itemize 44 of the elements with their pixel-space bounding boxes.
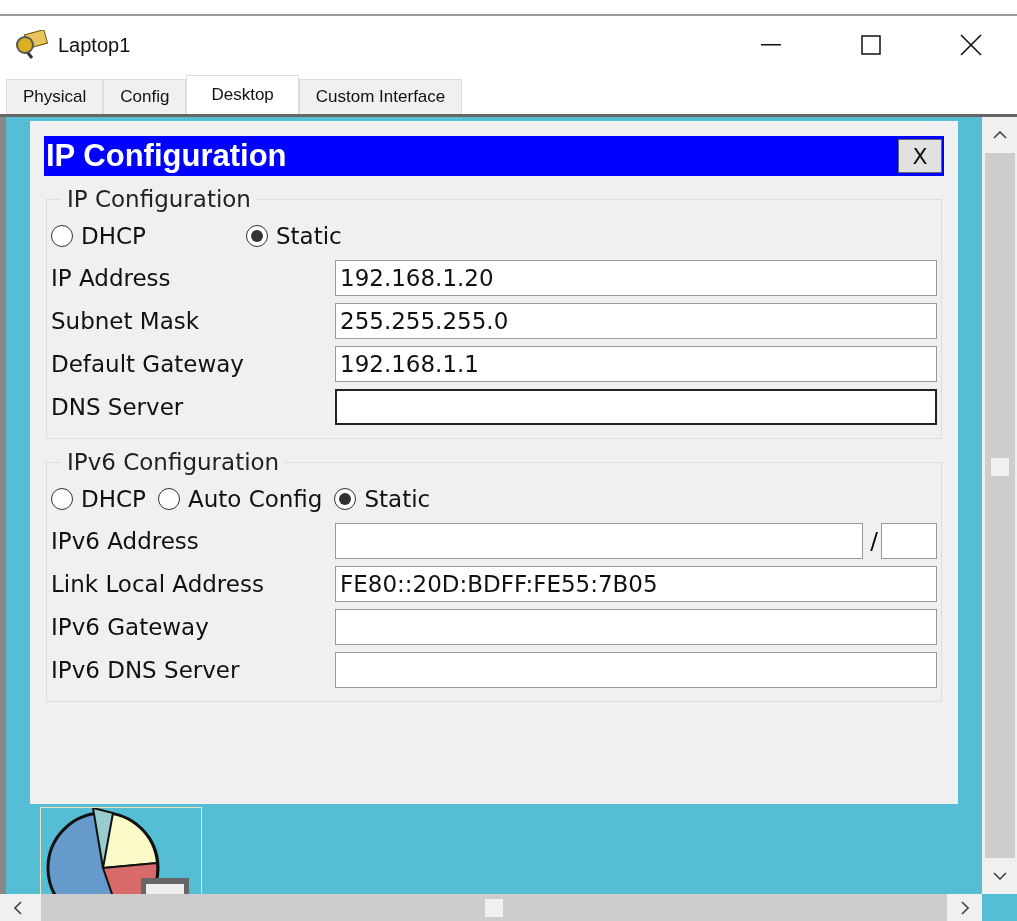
field-label: Default Gateway bbox=[51, 350, 245, 377]
close-button[interactable]: X bbox=[898, 139, 942, 173]
maximize-icon bbox=[861, 35, 881, 55]
prefix-separator: / bbox=[870, 527, 878, 554]
field-label: Link Local Address bbox=[51, 570, 265, 597]
close-icon bbox=[960, 34, 982, 56]
input-field[interactable] bbox=[335, 608, 937, 645]
input-field[interactable] bbox=[335, 388, 937, 425]
group-legend: IPv6 Configuration bbox=[61, 449, 286, 475]
tab[interactable]: Custom Interface bbox=[298, 79, 463, 114]
input-field[interactable]: 255.255.255.0 bbox=[335, 302, 937, 339]
tab[interactable]: Desktop bbox=[186, 75, 299, 114]
radio-option[interactable]: Auto Config bbox=[157, 486, 335, 512]
input-field[interactable]: 192.168.1.20 bbox=[335, 259, 937, 296]
input-field[interactable]: 192.168.1.1 bbox=[335, 345, 937, 382]
input-field[interactable] bbox=[335, 522, 864, 559]
scrollbar-thumb[interactable] bbox=[485, 899, 503, 917]
radio-button[interactable] bbox=[157, 488, 180, 510]
field-label: IPv6 Address bbox=[51, 527, 200, 554]
prefix-field[interactable] bbox=[881, 522, 937, 559]
field-label: IP Address bbox=[51, 264, 172, 291]
radio-button[interactable] bbox=[51, 488, 73, 510]
dialog-title: IP Configuration bbox=[46, 138, 287, 174]
scrollbar-thumb[interactable] bbox=[990, 458, 1009, 476]
tab[interactable]: Config bbox=[103, 79, 187, 114]
envelope-magnifier-icon bbox=[16, 30, 50, 60]
radio-option[interactable]: Static bbox=[334, 486, 443, 512]
input-field[interactable]: FE80::20D:BDFF:FE55:7B05 bbox=[335, 565, 937, 602]
group-legend: IP Configuration bbox=[61, 186, 257, 212]
window-title: Laptop1 bbox=[58, 33, 132, 57]
radio-button[interactable] bbox=[51, 225, 73, 247]
field-label: IPv6 Gateway bbox=[51, 613, 210, 640]
radio-button[interactable] bbox=[245, 225, 268, 247]
radio-button[interactable] bbox=[334, 488, 357, 510]
field-label: Subnet Mask bbox=[51, 307, 201, 334]
tab[interactable]: Physical bbox=[6, 79, 104, 114]
input-field[interactable] bbox=[335, 651, 937, 688]
field-label: DNS Server bbox=[51, 393, 185, 420]
minimize-icon bbox=[761, 44, 781, 46]
field-label: IPv6 DNS Server bbox=[51, 656, 241, 683]
scrollbar-corner bbox=[982, 894, 1017, 921]
radio-option[interactable]: Static bbox=[245, 223, 354, 249]
radio-option[interactable]: DHCP bbox=[51, 486, 158, 512]
radio-option[interactable]: DHCP bbox=[51, 223, 246, 249]
